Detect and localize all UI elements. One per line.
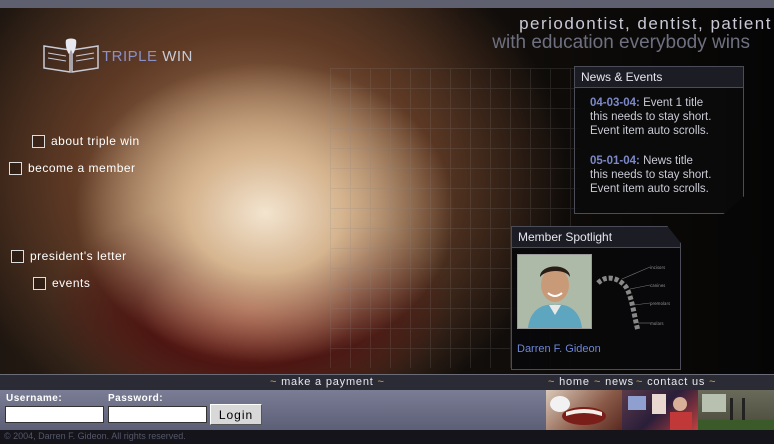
member-name-link[interactable]: Darren F. Gideon bbox=[517, 343, 601, 355]
make-payment-link[interactable]: ~ make a payment ~ bbox=[270, 376, 385, 388]
nav-about-label: about triple win bbox=[51, 134, 140, 148]
nav-presidents-letter-label: president's letter bbox=[30, 249, 127, 263]
checkbox-icon bbox=[11, 249, 24, 263]
member-photo[interactable] bbox=[517, 254, 592, 329]
teeth-diagram-icon: incisors canines premolars molars bbox=[596, 265, 670, 332]
dash-icon: ~ bbox=[705, 376, 717, 388]
home-link[interactable]: ~ home bbox=[548, 376, 590, 388]
checkbox-icon bbox=[33, 276, 46, 290]
dash-icon: ~ bbox=[270, 376, 282, 388]
nav-become-member-label: become a member bbox=[28, 161, 136, 175]
thumbnail-dental-office[interactable] bbox=[622, 390, 698, 430]
news-text: this needs to stay short. bbox=[590, 169, 712, 181]
nav-become-member[interactable]: become a member bbox=[9, 161, 136, 175]
checkbox-icon bbox=[9, 161, 22, 175]
news-text: Event 1 title bbox=[643, 97, 704, 109]
checkbox-icon bbox=[32, 134, 45, 148]
news-item[interactable]: 05-01-04: News title this needs to stay … bbox=[575, 154, 743, 196]
logo[interactable]: TRIPLE WIN bbox=[42, 38, 193, 74]
svg-text:canines: canines bbox=[650, 283, 665, 288]
dash-icon: ~ bbox=[594, 376, 606, 388]
svg-text:premolars: premolars bbox=[650, 301, 670, 306]
dash-icon: ~ bbox=[373, 376, 385, 388]
nav-events-label: events bbox=[52, 276, 91, 290]
copyright-text: © 2004, Darren F. Gideon. All rights res… bbox=[4, 431, 186, 441]
tagline-line1: periodontist, dentist, patient bbox=[519, 14, 772, 33]
contact-link[interactable]: ~ contact us ~ bbox=[636, 376, 716, 388]
username-label: Username: bbox=[6, 393, 63, 404]
svg-text:incisors: incisors bbox=[650, 265, 665, 270]
dental-photo-icon bbox=[550, 396, 606, 425]
thumbnail-dental-exam[interactable] bbox=[546, 390, 622, 430]
username-input[interactable] bbox=[5, 406, 104, 423]
book-logo-icon bbox=[43, 38, 99, 73]
link-bar: ~ make a payment ~ ~ home ~ news ~ conta… bbox=[0, 374, 774, 391]
news-text: Event item auto scrolls. bbox=[590, 183, 709, 195]
top-strip bbox=[0, 0, 774, 8]
news-item[interactable]: 04-03-04: Event 1 title this needs to st… bbox=[575, 96, 743, 138]
news-events-panel: News & Events 04-03-04: Event 1 title th… bbox=[574, 66, 744, 214]
member-spotlight-panel: Member Spotlight incisors canines premol… bbox=[511, 226, 681, 370]
news-text: this needs to stay short. bbox=[590, 111, 712, 123]
nav-about[interactable]: about triple win bbox=[32, 134, 140, 148]
tagline-line2: with education everybody wins bbox=[492, 32, 750, 53]
footer: © 2004, Darren F. Gideon. All rights res… bbox=[0, 430, 774, 444]
nav-presidents-letter[interactable]: president's letter bbox=[11, 249, 127, 263]
news-date: 04-03-04: bbox=[590, 97, 640, 109]
member-portrait-icon bbox=[518, 255, 591, 328]
password-label: Password: bbox=[108, 393, 164, 404]
dash-icon: ~ bbox=[636, 376, 648, 388]
news-link[interactable]: ~ news bbox=[594, 376, 634, 388]
news-text: News title bbox=[643, 155, 693, 167]
hero-photo: TRIPLE WIN about triple win become a mem… bbox=[0, 8, 774, 374]
presentation-photo-icon bbox=[698, 394, 774, 430]
news-date: 05-01-04: bbox=[590, 155, 640, 167]
svg-text:molars: molars bbox=[650, 321, 664, 326]
news-panel-title: News & Events bbox=[575, 67, 743, 88]
login-bar: Username: Password: Login bbox=[0, 390, 546, 430]
logo-text: TRIPLE WIN bbox=[102, 47, 193, 65]
office-photo-icon bbox=[628, 394, 692, 430]
password-input[interactable] bbox=[108, 406, 207, 423]
login-button[interactable]: Login bbox=[210, 404, 262, 425]
thumbnail-presentation[interactable] bbox=[698, 390, 774, 430]
nav-events[interactable]: events bbox=[33, 276, 90, 290]
spotlight-title: Member Spotlight bbox=[512, 227, 680, 248]
news-text: Event item auto scrolls. bbox=[590, 125, 709, 137]
dash-icon: ~ bbox=[548, 376, 560, 388]
